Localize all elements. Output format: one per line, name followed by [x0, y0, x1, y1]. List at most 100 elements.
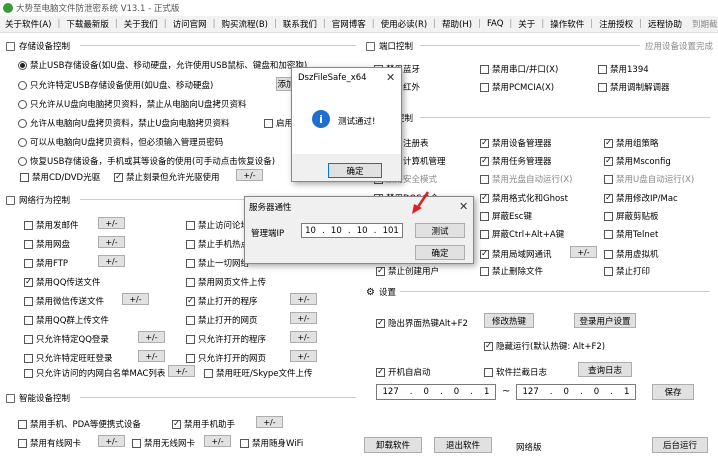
sys-cd-autorun[interactable]: 禁用光盘自动运行(X): [480, 173, 572, 185]
hide-run-checkbox[interactable]: 隐藏运行(默认热键: Alt+F2): [484, 340, 605, 352]
sys-delete-file[interactable]: 禁止删除文件: [480, 265, 543, 277]
smart-wired-nic[interactable]: 禁用有线网卡: [18, 437, 81, 449]
close-icon[interactable]: ✕: [386, 71, 395, 84]
login-settings-button[interactable]: 登录用户设置: [574, 313, 636, 328]
net-wangwang-pm[interactable]: +/-: [138, 350, 165, 362]
sys-ctrl-alt-a[interactable]: 屏蔽Ctrl+Alt+A键: [480, 228, 564, 240]
net-allow-web-pm[interactable]: +/-: [290, 350, 317, 362]
menu-must-read[interactable]: 使用必读(R): [376, 18, 433, 30]
net-netdisk-pm[interactable]: +/-: [98, 236, 125, 248]
burn-block-checkbox[interactable]: 禁止刻录但允许光驱使用: [114, 171, 220, 183]
modify-hotkey-button[interactable]: 修改热键: [484, 313, 534, 328]
port-modem[interactable]: 禁用调制解调器: [598, 81, 670, 93]
storage-option-6[interactable]: 恢复USB存储设备，手机或其等设备的使用(可手动点击恢复设备): [18, 155, 275, 167]
hotkey-checkbox[interactable]: 隐出界面热键Alt+F2: [376, 317, 468, 329]
net-qq-group[interactable]: 禁用QQ群上传文件: [24, 314, 109, 326]
sys-devmgr[interactable]: 禁用设备管理器: [480, 137, 552, 149]
storage-option-1[interactable]: 禁止USB存储设备(如U盘、移动硬盘，允许使用USB鼠标、键盘和加密狗): [18, 59, 307, 71]
menu-operate[interactable]: 操作软件: [545, 18, 589, 30]
net-block-program[interactable]: 禁止打开的程序: [186, 295, 258, 307]
close-icon[interactable]: ✕: [459, 200, 468, 213]
background-run-button[interactable]: 后台运行: [652, 437, 708, 453]
save-button[interactable]: 保存: [652, 384, 694, 400]
radio-button[interactable]: [18, 156, 27, 166]
sys-format-ghost[interactable]: 禁用格式化和Ghost: [480, 192, 568, 204]
net-block-web[interactable]: 禁止打开的网页: [186, 314, 258, 326]
net-ftp-pm[interactable]: +/-: [98, 255, 125, 267]
radio-button[interactable]: [18, 80, 27, 90]
sys-esc[interactable]: 屏蔽Esc键: [480, 210, 532, 222]
sys-gpedit[interactable]: 禁用组策略: [604, 137, 659, 149]
menu-remote[interactable]: 远程协助: [643, 18, 687, 30]
net-netdisk[interactable]: 禁用网盘: [24, 238, 70, 250]
smart-usb-wifi[interactable]: 禁用随身WiFi: [240, 437, 303, 449]
admin-ip-input[interactable]: 10. 10. 10. 101: [301, 223, 403, 238]
uninstall-button[interactable]: 卸载软件: [364, 437, 422, 453]
net-allow-program-pm[interactable]: +/-: [290, 331, 317, 343]
sys-clipboard[interactable]: 屏蔽剪贴板: [604, 210, 659, 222]
sys-lan-pm[interactable]: +/-: [570, 246, 597, 258]
menu-about[interactable]: 关于: [513, 18, 540, 30]
dialog2-ok-button[interactable]: 确定: [415, 245, 465, 260]
radio-button[interactable]: [18, 60, 27, 70]
smart-wireless-pm[interactable]: +/-: [204, 435, 231, 447]
port-serial[interactable]: 禁用串口/并口(X): [480, 63, 558, 75]
net-block-web-pm[interactable]: +/-: [290, 312, 317, 324]
smart-pda[interactable]: 禁用手机、PDA等便携式设备: [18, 418, 141, 430]
autostart-checkbox[interactable]: 开机自启动: [376, 366, 431, 378]
radio-button[interactable]: [18, 137, 27, 147]
ip-start-input[interactable]: 127. 0. 0. 1: [376, 384, 496, 400]
net-email-pm[interactable]: +/-: [98, 217, 125, 229]
sys-create-user[interactable]: 禁止创建用户: [376, 265, 439, 277]
net-mac-whitelist[interactable]: 只允许访问的内网白名单MAC列表: [24, 367, 165, 379]
menu-register[interactable]: 注册授权: [594, 18, 638, 30]
sys-msconfig[interactable]: 禁用Msconfig: [604, 155, 671, 167]
net-qq-login-pm[interactable]: +/-: [138, 331, 165, 343]
smart-wireless-nic[interactable]: 禁用无线网卡: [132, 437, 195, 449]
test-button[interactable]: 测试: [415, 223, 465, 238]
net-web-upload[interactable]: 禁用网页文件上传: [186, 276, 266, 288]
menu-about-software[interactable]: 关于软件(A): [0, 18, 56, 30]
net-ftp[interactable]: 禁用FTP: [24, 257, 68, 269]
net-mac-pm[interactable]: +/-: [168, 365, 195, 377]
sys-lan[interactable]: 禁用局域网通讯: [480, 248, 552, 260]
sys-ip-mac[interactable]: 禁用修改IP/Mac: [604, 192, 678, 204]
checkbox[interactable]: [264, 118, 273, 128]
menu-blog[interactable]: 官网博客: [327, 18, 371, 30]
sys-taskmgr[interactable]: 禁用任务管理器: [480, 155, 552, 167]
disable-cd-checkbox[interactable]: 禁用CD/DVD光驱: [20, 171, 100, 183]
port-pcmcia[interactable]: 禁用PCMCIA(X): [480, 81, 554, 93]
storage-option-2[interactable]: 只允许特定USB存储设备使用(如U盘、移动硬盘): [18, 79, 213, 91]
query-log-button[interactable]: 查询日志: [578, 362, 632, 377]
sys-usb-autorun[interactable]: 禁用U盘自动运行(X): [604, 173, 694, 185]
menu-about-us[interactable]: 关于我们: [119, 18, 163, 30]
checkbox[interactable]: [20, 172, 29, 182]
net-wangwang-login[interactable]: 只允许特定旺旺登录: [24, 352, 113, 364]
enable-checkbox[interactable]: 启用: [264, 117, 293, 129]
sys-telnet[interactable]: 禁用Telnet: [604, 228, 658, 240]
net-qq-login[interactable]: 只允许特定QQ登录: [24, 333, 109, 345]
net-allow-web[interactable]: 只允许打开的网页: [186, 352, 266, 364]
radio-button[interactable]: [18, 99, 27, 109]
menu-faq[interactable]: FAQ: [482, 19, 508, 29]
storage-option-5[interactable]: 可以从电脑向U盘拷贝资料，但必须输入管理员密码: [18, 136, 223, 148]
sys-print[interactable]: 禁止打印: [604, 265, 650, 277]
menu-help[interactable]: 帮助(H): [437, 18, 477, 30]
net-wechat-file[interactable]: 禁用微信传送文件: [24, 295, 104, 307]
port-1394[interactable]: 禁用1394: [598, 63, 649, 75]
net-all[interactable]: 禁止一切网络: [186, 257, 249, 269]
smart-wired-pm[interactable]: +/-: [98, 435, 125, 447]
storage-option-4[interactable]: 允许从电脑向U盘拷贝资料，禁止U盘向电脑拷贝资料: [18, 117, 229, 129]
net-wechat-pm[interactable]: +/-: [122, 293, 149, 305]
sys-vm[interactable]: 禁用虚拟机: [604, 248, 659, 260]
net-email[interactable]: 禁用发邮件: [24, 219, 79, 231]
net-hotspot[interactable]: 禁止手机热点: [186, 238, 249, 250]
exit-button[interactable]: 退出软件: [434, 437, 492, 453]
storage-option-3[interactable]: 只允许从U盘向电脑拷贝资料，禁止从电脑向U盘拷贝资料: [18, 98, 246, 110]
smart-assistant-pm[interactable]: +/-: [256, 416, 283, 428]
net-allow-program[interactable]: 只允许打开的程序: [186, 333, 266, 345]
dialog1-ok-button[interactable]: 确定: [328, 163, 382, 178]
menu-purchase[interactable]: 购买流程(B): [217, 18, 273, 30]
net-forum[interactable]: 禁止访问论坛: [186, 219, 249, 231]
checkbox[interactable]: [114, 172, 123, 182]
